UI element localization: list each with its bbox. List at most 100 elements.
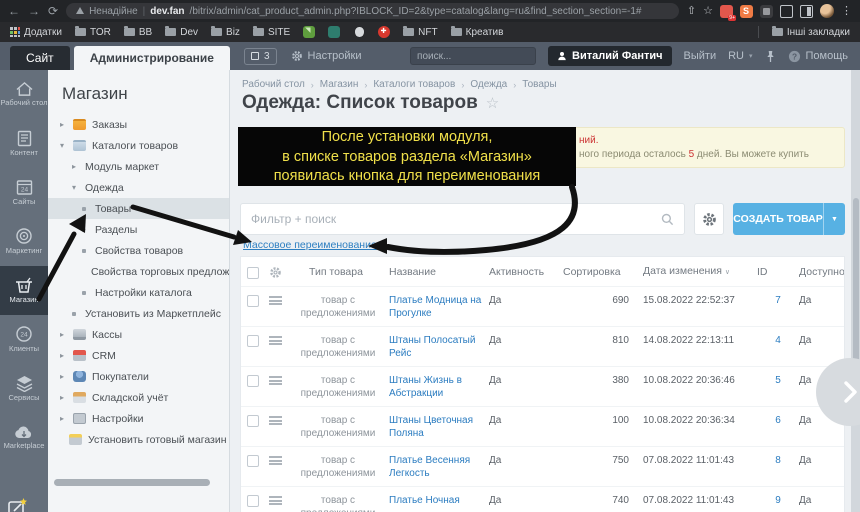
row-checkbox[interactable] <box>247 295 259 307</box>
language-selector[interactable]: RU▾ <box>728 50 752 62</box>
rail-item-sites[interactable]: 24 Сайты <box>0 168 48 217</box>
reload-icon[interactable]: ⟳ <box>48 5 58 17</box>
col-header-date[interactable]: Дата изменения ∨ <box>643 265 757 279</box>
scrollbar-thumb[interactable] <box>853 198 859 368</box>
create-product-dropdown[interactable]: ▼ <box>823 203 845 235</box>
breadcrumb-item[interactable]: Каталоги товаров <box>373 79 455 90</box>
filter-search-input[interactable] <box>251 212 661 226</box>
product-link[interactable]: Штаны Цветочная Поляна <box>389 415 473 439</box>
chrome-menu-icon[interactable]: ⋮ <box>841 6 852 17</box>
menu-item-buyers[interactable]: ▸Покупатели <box>48 366 229 387</box>
product-link[interactable]: Платье Ночная <box>389 495 460 506</box>
forward-icon[interactable]: → <box>28 5 40 17</box>
row-menu-icon[interactable] <box>269 376 282 385</box>
table-row[interactable]: товар с предложениями Платье Ночная Да 7… <box>241 487 844 512</box>
product-id-link[interactable]: 7 <box>775 295 781 306</box>
bookmark-star-icon[interactable]: ☆ <box>703 6 713 17</box>
menu-item-install-ready-store[interactable]: Установить готовый магазин из Маркетп <box>48 429 229 450</box>
menu-item-product-properties[interactable]: Свойства товаров <box>48 240 229 261</box>
admin-search-input[interactable] <box>417 51 549 62</box>
product-id-link[interactable]: 6 <box>775 415 781 426</box>
share-icon[interactable]: ⇧ <box>687 6 696 17</box>
breadcrumb-item[interactable]: Рабочий стол <box>242 79 305 90</box>
col-header-id[interactable]: ID <box>757 266 799 279</box>
rail-item-content[interactable]: Контент <box>0 119 48 168</box>
row-menu-icon[interactable] <box>269 336 282 345</box>
create-product-button[interactable]: СОЗДАТЬ ТОВАР ▼ <box>733 203 845 235</box>
row-menu-icon[interactable] <box>269 296 282 305</box>
product-id-link[interactable]: 8 <box>775 455 781 466</box>
table-row[interactable]: товар с предложениями Штаны Жизнь в Абст… <box>241 367 844 407</box>
col-header-type[interactable]: Тип товара <box>295 266 389 279</box>
row-menu-icon[interactable] <box>269 496 282 505</box>
menu-item-sections[interactable]: ▸Разделы <box>48 219 229 240</box>
bookmark-app-green-icon[interactable] <box>303 26 315 38</box>
help-button[interactable]: ? Помощь <box>788 50 849 63</box>
product-id-link[interactable]: 9 <box>775 495 781 506</box>
menu-item-cash[interactable]: ▸Кассы <box>48 324 229 345</box>
tab-administration[interactable]: Администрирование <box>74 46 230 70</box>
product-id-link[interactable]: 4 <box>775 335 781 346</box>
product-id-link[interactable]: 5 <box>775 375 781 386</box>
menu-horizontal-scrollbar[interactable] <box>54 479 210 486</box>
breadcrumb-item[interactable]: Одежда <box>470 79 507 90</box>
row-checkbox[interactable] <box>247 415 259 427</box>
favorite-star-icon[interactable]: ☆ <box>486 94 499 112</box>
menu-item-module-market[interactable]: ▸Модуль маркет <box>48 156 229 177</box>
extension-s-icon[interactable] <box>740 5 753 18</box>
bookmark-folder-biz[interactable]: Biz <box>211 27 240 38</box>
menu-item-products[interactable]: Товары <box>48 198 229 219</box>
rail-item-wizard[interactable] <box>6 496 30 512</box>
back-icon[interactable]: ← <box>8 5 20 17</box>
product-link[interactable]: Штаны Полосатый Рейс <box>389 335 475 359</box>
rail-item-desktop[interactable]: Рабочий стол <box>0 70 48 119</box>
extensions-puzzle-icon[interactable] <box>760 5 773 18</box>
pin-icon[interactable] <box>765 50 776 63</box>
product-link[interactable]: Платье Весенняя Легкость <box>389 455 470 479</box>
menu-item-settings[interactable]: ▸Настройки <box>48 408 229 429</box>
row-checkbox[interactable] <box>247 455 259 467</box>
browser-profile-avatar[interactable] <box>820 4 834 18</box>
product-link[interactable]: Штаны Жизнь в Абстракции <box>389 375 462 399</box>
breadcrumb-item[interactable]: Товары <box>522 79 556 90</box>
product-link[interactable]: Платье Модница на Прогулке <box>389 295 481 319</box>
bookmark-folder-creative[interactable]: Креатив <box>451 27 504 38</box>
menu-item-catalog-settings[interactable]: Настройки каталога <box>48 282 229 303</box>
menu-item-install-marketplace[interactable]: Установить из Маркетплейс <box>48 303 229 324</box>
mass-rename-link[interactable]: Массовое переименование <box>243 239 377 251</box>
row-checkbox[interactable] <box>247 335 259 347</box>
other-bookmarks[interactable]: Інші закладки <box>772 27 850 38</box>
bookmark-app-red-icon[interactable] <box>378 26 390 38</box>
table-row[interactable]: товар с предложениями Штаны Полосатый Ре… <box>241 327 844 367</box>
col-header-name[interactable]: Название <box>389 266 489 279</box>
gear-icon[interactable] <box>269 266 282 279</box>
rail-item-marketplace[interactable]: Marketplace <box>0 413 48 462</box>
table-row[interactable]: товар с предложениями Штаны Цветочная По… <box>241 407 844 447</box>
row-checkbox[interactable] <box>247 375 259 387</box>
address-bar[interactable]: Ненадійне | dev.fan/bitrix/admin/cat_pro… <box>66 3 679 19</box>
row-menu-icon[interactable] <box>269 416 282 425</box>
user-menu[interactable]: Виталий Фантич <box>548 46 671 66</box>
admin-search[interactable] <box>410 47 536 65</box>
col-header-active[interactable]: Активность <box>489 266 563 279</box>
notifications-counter-button[interactable]: 3 <box>244 48 277 65</box>
extension-adblock-icon[interactable] <box>720 5 733 18</box>
bookmark-apps[interactable]: Додатки <box>10 27 62 38</box>
menu-item-clothing[interactable]: ▾Одежда <box>48 177 229 198</box>
logout-link[interactable]: Выйти <box>684 50 717 62</box>
grid-settings-button[interactable] <box>694 203 724 235</box>
filter-search[interactable] <box>240 203 685 235</box>
rail-item-clients[interactable]: 24 Клиенты <box>0 315 48 364</box>
col-header-sort[interactable]: Сортировка <box>563 266 643 279</box>
media-queue-icon[interactable] <box>780 5 793 18</box>
select-all-checkbox[interactable] <box>247 267 259 279</box>
sidebar-toggle-icon[interactable] <box>800 5 813 18</box>
table-row[interactable]: товар с предложениями Платье Весенняя Ле… <box>241 447 844 487</box>
bookmark-app-apple-icon[interactable] <box>353 26 365 38</box>
rail-item-store[interactable]: Магазин <box>0 266 48 315</box>
bookmark-folder-dev[interactable]: Dev <box>165 27 198 38</box>
rail-item-services[interactable]: Сервисы <box>0 364 48 413</box>
bookmark-folder-site[interactable]: SITE <box>253 27 290 38</box>
bookmark-folder-tor[interactable]: TOR <box>75 27 111 38</box>
col-header-avail[interactable]: Доступность <box>799 266 845 279</box>
